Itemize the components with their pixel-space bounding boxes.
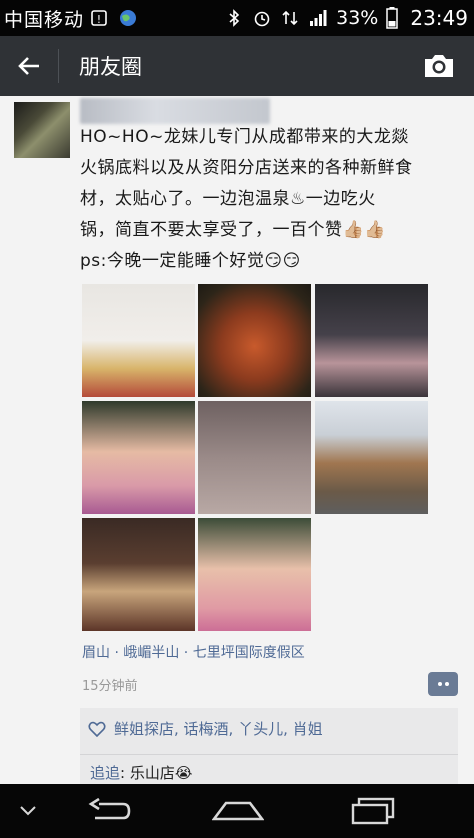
moments-feed: HO~HO~龙妹儿专门从成都带来的大龙燚 火锅底料以及从资阳分店送来的各种新鲜食… [0,96,474,784]
camera-icon [425,55,453,77]
chevron-down-icon [20,806,36,816]
post-text-line: 火锅底料以及从资阳分店送来的各种新鲜食 [80,158,413,178]
post-time: 15分钟前 [82,679,138,694]
dot-icon [444,682,449,686]
post-text-line: ps:今晚一定能睡个好觉😏😏 [80,251,301,271]
nav-back-button[interactable] [78,784,138,838]
post-text-line: 锅，简直不要太享受了，一百个赞👍🏼👍🏼 [80,220,386,240]
heart-icon [88,721,106,737]
carrier-name: 中国移动 [4,8,85,31]
home-icon [212,801,264,821]
action-bar-divider [58,49,59,83]
photo-selfie-2[interactable] [198,518,311,631]
comment-menu-button[interactable] [428,672,458,696]
dot-icon [437,682,442,686]
photo-hotpot[interactable] [198,284,311,397]
photo-food-dishes[interactable] [82,284,195,397]
photo-hotel-room[interactable] [82,518,195,631]
likes-row: 鲜姐探店, 话梅酒, 丫头儿, 肖姐 [88,718,323,739]
nav-recents-button[interactable] [344,784,404,838]
hide-keyboard-button[interactable] [14,784,42,838]
arrow-left-icon [18,57,39,75]
signal-icon [310,10,327,26]
battery-icon [386,7,399,29]
data-transfer-icon [282,10,298,26]
system-nav-bar [0,784,474,838]
recents-icon [351,797,395,825]
post-text-line: 材，太贴心了。一边泡温泉♨一边吃火 [80,189,376,209]
interactions-box: 鲜姐探店, 话梅酒, 丫头儿, 肖姐 追追: 乐山店😭 [80,708,458,784]
svg-text:!: ! [97,13,101,26]
action-bar: 朋友圈 [0,36,474,96]
post-location[interactable]: 眉山 · 峨嵋半山 · 七里坪国际度假区 [82,642,305,662]
back-button[interactable] [0,36,58,96]
camera-button[interactable] [422,50,456,82]
clock: 23:49 [410,6,468,30]
post-text-line: HO~HO~龙妹儿专门从成都带来的大龙燚 [80,127,409,147]
photo-hot-spring[interactable] [315,284,428,397]
page-title: 朋友圈 [79,55,142,79]
comment-item[interactable]: 追追: 乐山店😭 [90,762,192,783]
alarm-icon [254,11,270,27]
photo-building[interactable] [315,401,428,514]
photo-selfie-1[interactable] [82,401,195,514]
comment-separator: : [120,763,130,782]
comment-text: 乐山店😭 [129,764,193,782]
post-text: HO~HO~龙妹儿专门从成都带来的大龙燚 火锅底料以及从资阳分店送来的各种新鲜食… [80,122,452,277]
nav-home-button[interactable] [208,784,268,838]
status-bar: 中国移动 ! 33% 23:49 [0,0,474,36]
divider [80,754,458,755]
comment-author[interactable]: 追追 [90,762,120,783]
battery-percent: 33% [336,7,379,29]
username-blurred[interactable] [80,98,270,124]
likes-list[interactable]: 鲜姐探店, 话梅酒, 丫头儿, 肖姐 [114,718,323,739]
photo-feet[interactable] [198,401,311,514]
user-avatar[interactable] [14,102,70,158]
globe-icon [120,10,137,26]
bluetooth-icon [229,9,240,27]
back-arrow-icon [88,798,131,820]
data-warning-icon: ! [91,10,107,26]
